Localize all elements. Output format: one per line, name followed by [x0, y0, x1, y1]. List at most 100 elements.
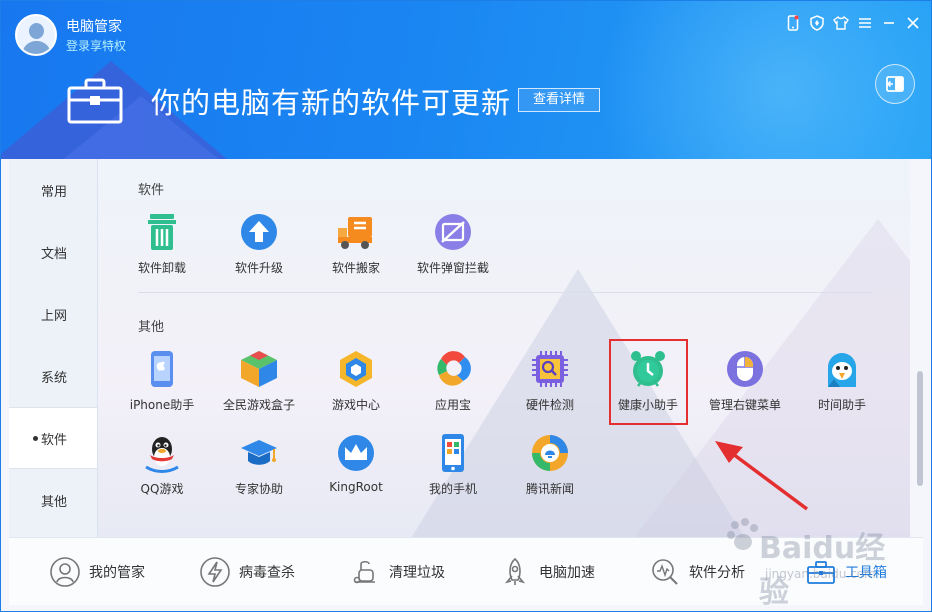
nav-speed-up[interactable]: 电脑加速	[499, 554, 595, 590]
block-popup-icon	[435, 214, 471, 250]
sidebar-item-label: 系统	[40, 370, 67, 386]
tool-hardware-check[interactable]: 硬件检测	[503, 349, 597, 427]
trash-icon	[148, 214, 176, 250]
app-store-icon	[437, 351, 471, 386]
mobile-phone-icon	[442, 434, 464, 472]
tool-label: QQ游戏	[140, 482, 184, 496]
nav-clean-junk[interactable]: 清理垃圾	[349, 554, 445, 590]
tool-label: 软件弹窗拦截	[416, 261, 489, 275]
tool-label: 专家协助	[234, 482, 283, 496]
tool-game-box[interactable]: 全民游戏盒子	[212, 349, 306, 427]
truck-icon	[338, 217, 372, 249]
view-details-button[interactable]: 查看详情	[518, 88, 600, 112]
sidebar-item-other[interactable]: 其他	[9, 469, 97, 531]
game-center-icon	[340, 351, 372, 387]
category-sidebar: 常用 文档 上网 系统 软件 其他	[9, 159, 98, 537]
upgrade-arrow-icon	[241, 214, 277, 250]
rocket-icon	[504, 557, 526, 585]
nav-label: 软件分析	[689, 565, 745, 581]
banner-title: 你的电脑有新的软件可更新	[151, 86, 512, 120]
tool-label: iPhone助手	[129, 398, 195, 412]
tool-qq-game[interactable]: QQ游戏	[115, 433, 209, 511]
sidebar-item-system[interactable]: 系统	[9, 345, 97, 407]
close-icon[interactable]	[901, 12, 925, 34]
sidebar-item-label: 其他	[40, 494, 67, 510]
butler-icon	[50, 557, 80, 587]
tool-label: 硬件检测	[525, 398, 574, 412]
tool-context-menu[interactable]: 管理右键菜单	[698, 349, 792, 427]
toolbox-icon	[67, 78, 123, 124]
tool-iphone-assistant[interactable]: iPhone助手	[115, 349, 209, 427]
qq-penguin-icon	[145, 437, 179, 473]
tool-label: 管理右键菜单	[708, 398, 781, 412]
highlight-annotation	[609, 339, 688, 425]
tool-game-center[interactable]: 游戏中心	[309, 349, 403, 427]
toolbox-icon	[807, 561, 835, 584]
nav-virus-scan[interactable]: 病毒查杀	[199, 554, 295, 590]
nav-my-butler[interactable]: 我的管家	[49, 554, 145, 590]
game-box-icon	[241, 351, 277, 387]
menu-icon[interactable]	[853, 12, 877, 34]
tool-tencent-news[interactable]: 腾讯新闻	[503, 433, 597, 511]
tool-label: 游戏中心	[331, 398, 380, 412]
app-window: 电脑管家 登录享特权 你的电脑有新的软件可更新 查看详情 常用 文档 上网 系统…	[0, 0, 932, 612]
sidebar-item-label: 上网	[40, 308, 67, 324]
tool-label: 时间助手	[817, 398, 866, 412]
login-link[interactable]: 登录享特权	[66, 37, 126, 54]
active-dot	[33, 436, 38, 441]
tool-label: 应用宝	[434, 398, 471, 412]
header-banner: 电脑管家 登录享特权 你的电脑有新的软件可更新 查看详情	[1, 1, 931, 159]
shield-icon[interactable]	[805, 12, 829, 34]
avatar[interactable]	[15, 14, 57, 56]
nav-toolbox[interactable]: 工具箱	[805, 554, 887, 590]
tool-kingroot[interactable]: KingRoot	[309, 433, 403, 511]
phone-icon[interactable]	[781, 12, 805, 34]
tool-time-assistant[interactable]: 时间助手	[795, 349, 889, 427]
nav-label: 我的管家	[89, 565, 145, 581]
nav-label: 电脑加速	[539, 565, 595, 581]
nav-label: 清理垃圾	[389, 565, 445, 581]
sidebar-item-software[interactable]: 软件	[9, 407, 97, 469]
parrot-icon	[828, 353, 856, 387]
tool-expert-help[interactable]: 专家协助	[212, 433, 306, 511]
tool-label: 软件卸载	[137, 261, 186, 275]
sidebar-item-label: 软件	[40, 432, 67, 448]
sidebar-item-common[interactable]: 常用	[9, 159, 97, 221]
tool-label: 软件升级	[234, 261, 283, 275]
nav-software-analysis[interactable]: 软件分析	[649, 554, 745, 590]
tool-uninstall[interactable]: 软件卸载	[115, 212, 209, 290]
tool-upgrade[interactable]: 软件升级	[212, 212, 306, 290]
sidebar-item-label: 文档	[40, 246, 67, 262]
nav-label: 工具箱	[845, 565, 887, 581]
graduation-cap-icon	[241, 440, 277, 465]
chip-icon	[532, 351, 568, 387]
section-title-other: 其他	[138, 320, 165, 335]
lightning-icon	[200, 557, 230, 587]
analysis-icon	[652, 559, 678, 585]
titlebar-controls	[781, 12, 925, 34]
tool-move[interactable]: 软件搬家	[309, 212, 403, 290]
section-title-software: 软件	[138, 183, 165, 198]
iphone-icon	[151, 351, 173, 387]
tool-popup-block[interactable]: 软件弹窗拦截	[406, 212, 500, 290]
exit-icon	[886, 76, 904, 92]
tool-label: 腾讯新闻	[525, 482, 574, 496]
tool-label: 我的手机	[428, 482, 477, 496]
tool-label: KingRoot	[329, 480, 383, 494]
tool-app-store[interactable]: 应用宝	[406, 349, 500, 427]
tool-label: 全民游戏盒子	[222, 398, 295, 412]
mouse-icon	[727, 351, 763, 387]
scrollbar[interactable]	[917, 371, 923, 486]
shirt-icon[interactable]	[829, 12, 853, 34]
exit-toolbox-button[interactable]	[875, 64, 915, 104]
sidebar-item-documents[interactable]: 文档	[9, 221, 97, 283]
vacuum-icon	[353, 560, 375, 584]
section-divider	[138, 292, 873, 293]
sidebar-item-internet[interactable]: 上网	[9, 283, 97, 345]
tool-my-phone[interactable]: 我的手机	[406, 433, 500, 511]
minimize-icon[interactable]	[877, 12, 901, 34]
tool-label: 软件搬家	[331, 261, 380, 275]
crown-icon	[338, 435, 374, 471]
bottom-nav: 我的管家 病毒查杀 清理垃圾 电脑加速 软件分析 工具箱	[9, 537, 923, 605]
annotation-arrow	[715, 441, 809, 511]
